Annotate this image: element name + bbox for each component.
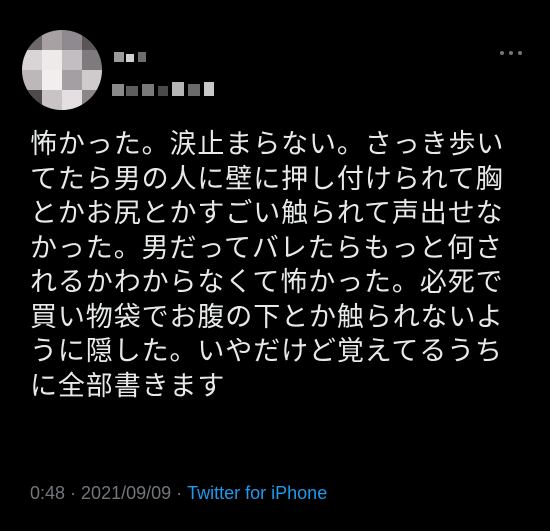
tweet-card: 怖かった。涙止まらない。さっき歩い てたら男の人に壁に押し付けられて胸 とかお尻… [0,0,550,531]
tweet-time[interactable]: 0:48 [30,483,65,503]
tweet-text-line: てたら男の人に壁に押し付けられて胸 [30,163,504,195]
handle-redacted[interactable] [112,80,222,100]
tweet-source-link[interactable]: Twitter for iPhone [187,483,327,503]
meta-separator: · [70,483,77,503]
more-dot [518,51,522,55]
more-dot [509,51,513,55]
tweet-text-line: 買い物袋でお腹の下とか触られないよ [30,301,504,333]
display-name-redacted[interactable] [112,50,172,70]
tweet-text-line: かった。男だってバレたらもっと何さ [30,232,503,264]
tweet-text-line: とかお尻とかすごい触られて声出せな [30,198,504,229]
tweet-text-line: うに隠した。いやだけど覚えてるうち [30,336,503,367]
tweet-text-line: れるかわからなくて怖かった。必死で [30,267,504,298]
tweet-text: 怖かった。涙止まらない。さっき歩い てたら男の人に壁に押し付けられて胸 とかお尻… [30,128,530,404]
user-info[interactable] [112,44,272,104]
more-dot [500,51,504,55]
more-horizontal-icon[interactable] [500,48,522,58]
tweet-date[interactable]: 2021/09/09 [81,483,171,503]
avatar[interactable] [22,30,102,110]
tweet-meta: 0:48 · 2021/09/09 · Twitter for iPhone [30,481,327,505]
tweet-text-line: 怖かった。涙止まらない。さっき歩い [30,129,505,160]
tweet-header [22,30,528,110]
meta-separator: · [176,483,183,503]
tweet-text-line: に全部書きます [30,370,226,402]
